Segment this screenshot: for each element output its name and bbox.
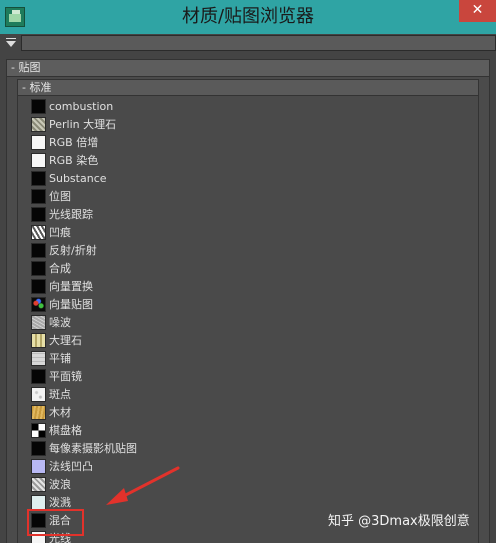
watermark-text: 知乎 @3Dmax极限创意: [328, 514, 470, 529]
annotation-arrow: [106, 466, 180, 505]
